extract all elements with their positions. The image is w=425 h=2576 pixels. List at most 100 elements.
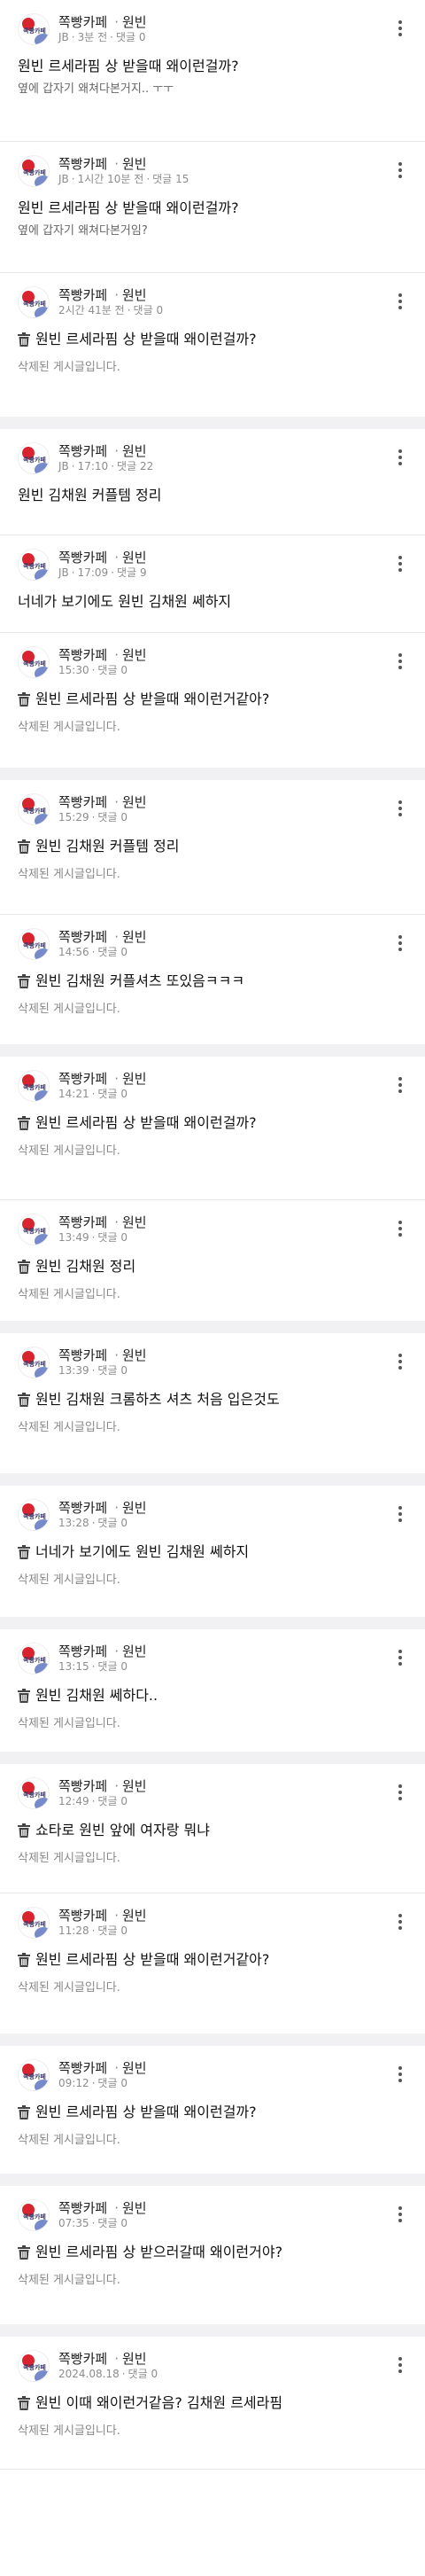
post-item[interactable]: 쪽빵카페 쪽빵카페 · 원빈 15:29 · 댓글 0 원빈 김채원 커플템 정… bbox=[0, 780, 425, 915]
cafe-name[interactable]: 쪽빵카페 bbox=[58, 929, 107, 945]
post-title-row[interactable]: 원빈 르세라핌 상 받을때 왜이런걸까? bbox=[18, 2103, 407, 2122]
more-options-button[interactable] bbox=[390, 1349, 411, 1374]
cafe-avatar[interactable]: 쪽빵카페 bbox=[18, 155, 50, 187]
post-title-row[interactable]: 원빈 김채원 커플템 정리 bbox=[18, 486, 407, 505]
post-title-row[interactable]: 원빈 르세라핌 상 받을때 왜이런걸까? bbox=[18, 57, 407, 76]
board-name[interactable]: 원빈 bbox=[122, 1214, 147, 1230]
cafe-name[interactable]: 쪽빵카페 bbox=[58, 1214, 107, 1230]
post-item[interactable]: 쪽빵카페 쪽빵카페 · 원빈 07:35 · 댓글 0 원빈 르세라핌 상 받으… bbox=[0, 2186, 425, 2337]
board-name[interactable]: 원빈 bbox=[122, 443, 147, 459]
cafe-name[interactable]: 쪽빵카페 bbox=[58, 1778, 107, 1794]
post-item[interactable]: 쪽빵카페 쪽빵카페 · 원빈 14:56 · 댓글 0 원빈 김채원 커플셔츠 … bbox=[0, 915, 425, 1057]
post-item[interactable]: 쪽빵카페 쪽빵카페 · 원빈 09:12 · 댓글 0 원빈 르세라핌 상 받을… bbox=[0, 2046, 425, 2186]
more-options-button[interactable] bbox=[390, 1216, 411, 1241]
cafe-avatar[interactable]: 쪽빵카페 bbox=[18, 1214, 50, 1245]
cafe-name[interactable]: 쪽빵카페 bbox=[58, 550, 107, 566]
post-title-row[interactable]: 쇼타로 원빈 앞에 여자랑 뭐냐 bbox=[18, 1821, 407, 1840]
cafe-name[interactable]: 쪽빵카페 bbox=[58, 647, 107, 663]
more-options-button[interactable] bbox=[390, 445, 411, 470]
more-options-button[interactable] bbox=[390, 158, 411, 183]
cafe-avatar[interactable]: 쪽빵카페 bbox=[18, 1070, 50, 1102]
cafe-avatar[interactable]: 쪽빵카페 bbox=[18, 1777, 50, 1809]
more-options-button[interactable] bbox=[390, 2062, 411, 2087]
post-item[interactable]: 쪽빵카페 쪽빵카페 · 원빈 13:15 · 댓글 0 원빈 김채원 쎄하다..… bbox=[0, 1629, 425, 1764]
more-options-button[interactable] bbox=[390, 1645, 411, 1670]
more-options-button[interactable] bbox=[390, 1909, 411, 1934]
more-options-button[interactable] bbox=[390, 931, 411, 956]
post-item[interactable]: 쪽빵카페 쪽빵카페 · 원빈 2024.08.18 · 댓글 0 원빈 이때 왜… bbox=[0, 2337, 425, 2470]
cafe-avatar[interactable]: 쪽빵카페 bbox=[18, 928, 50, 960]
more-options-button[interactable] bbox=[390, 1502, 411, 1526]
board-name[interactable]: 원빈 bbox=[122, 14, 147, 30]
post-item[interactable]: 쪽빵카페 쪽빵카페 · 원빈 14:21 · 댓글 0 원빈 르세라핌 상 받을… bbox=[0, 1057, 425, 1200]
cafe-name[interactable]: 쪽빵카페 bbox=[58, 1643, 107, 1659]
post-title-row[interactable]: 원빈 르세라핌 상 받을때 왜이런걸까? bbox=[18, 330, 407, 349]
cafe-name[interactable]: 쪽빵카페 bbox=[58, 1071, 107, 1087]
post-title-row[interactable]: 원빈 르세라핌 상 받을때 왜이런거같아? bbox=[18, 1950, 407, 1970]
board-name[interactable]: 원빈 bbox=[122, 647, 147, 663]
cafe-name[interactable]: 쪽빵카페 bbox=[58, 2351, 107, 2367]
post-title-row[interactable]: 너네가 보기에도 원빈 김채원 쎄하지 bbox=[18, 1542, 407, 1562]
cafe-name[interactable]: 쪽빵카페 bbox=[58, 2200, 107, 2216]
post-title-row[interactable]: 원빈 김채원 커플셔츠 또있음ㅋㅋㅋ bbox=[18, 972, 407, 991]
cafe-name[interactable]: 쪽빵카페 bbox=[58, 794, 107, 810]
board-name[interactable]: 원빈 bbox=[122, 1778, 147, 1794]
post-title-row[interactable]: 원빈 김채원 정리 bbox=[18, 1257, 407, 1276]
cafe-avatar[interactable]: 쪽빵카페 bbox=[18, 1907, 50, 1939]
cafe-avatar[interactable]: 쪽빵카페 bbox=[18, 13, 50, 45]
post-item[interactable]: 쪽빵카페 쪽빵카페 · 원빈 JB · 17:10 · 댓글 22 원빈 김채원 커플템 정… bbox=[0, 429, 425, 535]
board-name[interactable]: 원빈 bbox=[122, 156, 147, 172]
more-options-button[interactable] bbox=[390, 1073, 411, 1097]
cafe-avatar[interactable]: 쪽빵카페 bbox=[18, 286, 50, 318]
board-name[interactable]: 원빈 bbox=[122, 2060, 147, 2076]
more-options-button[interactable] bbox=[390, 796, 411, 821]
board-name[interactable]: 원빈 bbox=[122, 1643, 147, 1659]
cafe-avatar[interactable]: 쪽빵카페 bbox=[18, 1499, 50, 1531]
cafe-avatar[interactable]: 쪽빵카페 bbox=[18, 1643, 50, 1674]
post-item[interactable]: 쪽빵카페 쪽빵카페 · 원빈 13:28 · 댓글 0 너네가 보기에도 원빈 … bbox=[0, 1486, 425, 1629]
post-title-row[interactable]: 원빈 르세라핌 상 받으러갈때 왜이런거야? bbox=[18, 2243, 407, 2262]
post-item[interactable]: 쪽빵카페 쪽빵카페 · 원빈 13:49 · 댓글 0 원빈 김채원 정리 삭제… bbox=[0, 1200, 425, 1333]
cafe-avatar[interactable]: 쪽빵카페 bbox=[18, 549, 50, 581]
cafe-avatar[interactable]: 쪽빵카페 bbox=[18, 2350, 50, 2382]
cafe-name[interactable]: 쪽빵카페 bbox=[58, 287, 107, 303]
cafe-avatar[interactable]: 쪽빵카페 bbox=[18, 442, 50, 474]
post-item[interactable]: 쪽빵카페 쪽빵카페 · 원빈 11:28 · 댓글 0 원빈 르세라핌 상 받을… bbox=[0, 1893, 425, 2046]
board-name[interactable]: 원빈 bbox=[122, 1500, 147, 1516]
cafe-avatar[interactable]: 쪽빵카페 bbox=[18, 1347, 50, 1378]
board-name[interactable]: 원빈 bbox=[122, 2200, 147, 2216]
more-options-button[interactable] bbox=[390, 551, 411, 576]
cafe-avatar[interactable]: 쪽빵카페 bbox=[18, 2199, 50, 2231]
post-title-row[interactable]: 원빈 르세라핌 상 받을때 왜이런걸까? bbox=[18, 1113, 407, 1133]
post-title-row[interactable]: 원빈 김채원 커플템 정리 bbox=[18, 837, 407, 856]
cafe-name[interactable]: 쪽빵카페 bbox=[58, 1908, 107, 1924]
post-title-row[interactable]: 원빈 김채원 쎄하다.. bbox=[18, 1686, 407, 1706]
more-options-button[interactable] bbox=[390, 16, 411, 41]
cafe-avatar[interactable]: 쪽빵카페 bbox=[18, 793, 50, 825]
board-name[interactable]: 원빈 bbox=[122, 794, 147, 810]
post-item[interactable]: 쪽빵카페 쪽빵카페 · 원빈 JB · 1시간 10분 전 · 댓글 15 원빈 르세라핌 … bbox=[0, 142, 425, 273]
board-name[interactable]: 원빈 bbox=[122, 2351, 147, 2367]
cafe-name[interactable]: 쪽빵카페 bbox=[58, 2060, 107, 2076]
post-title-row[interactable]: 원빈 르세라핌 상 받을때 왜이런걸까? bbox=[18, 199, 407, 218]
post-title-row[interactable]: 원빈 르세라핌 상 받을때 왜이런거같아? bbox=[18, 690, 407, 709]
board-name[interactable]: 원빈 bbox=[122, 287, 147, 303]
more-options-button[interactable] bbox=[390, 289, 411, 314]
cafe-name[interactable]: 쪽빵카페 bbox=[58, 1347, 107, 1363]
more-options-button[interactable] bbox=[390, 2202, 411, 2227]
post-title-row[interactable]: 원빈 이때 왜이런거같음? 김채원 르세라핌 bbox=[18, 2393, 407, 2413]
board-name[interactable]: 원빈 bbox=[122, 929, 147, 945]
cafe-avatar[interactable]: 쪽빵카페 bbox=[18, 2059, 50, 2091]
board-name[interactable]: 원빈 bbox=[122, 1071, 147, 1087]
more-options-button[interactable] bbox=[390, 1780, 411, 1805]
more-options-button[interactable] bbox=[390, 649, 411, 674]
cafe-name[interactable]: 쪽빵카페 bbox=[58, 14, 107, 30]
post-item[interactable]: 쪽빵카페 쪽빵카페 · 원빈 JB · 17:09 · 댓글 9 너네가 보기에도 원빈 김… bbox=[0, 535, 425, 633]
board-name[interactable]: 원빈 bbox=[122, 1347, 147, 1363]
post-item[interactable]: 쪽빵카페 쪽빵카페 · 원빈 13:39 · 댓글 0 원빈 김채원 크롬하츠 … bbox=[0, 1333, 425, 1486]
board-name[interactable]: 원빈 bbox=[122, 550, 147, 566]
post-item[interactable]: 쪽빵카페 쪽빵카페 · 원빈 12:49 · 댓글 0 쇼타로 원빈 앞에 여자… bbox=[0, 1764, 425, 1893]
post-title-row[interactable]: 너네가 보기에도 원빈 김채원 쎄하지 bbox=[18, 592, 407, 612]
cafe-name[interactable]: 쪽빵카페 bbox=[58, 1500, 107, 1516]
cafe-name[interactable]: 쪽빵카페 bbox=[58, 156, 107, 172]
